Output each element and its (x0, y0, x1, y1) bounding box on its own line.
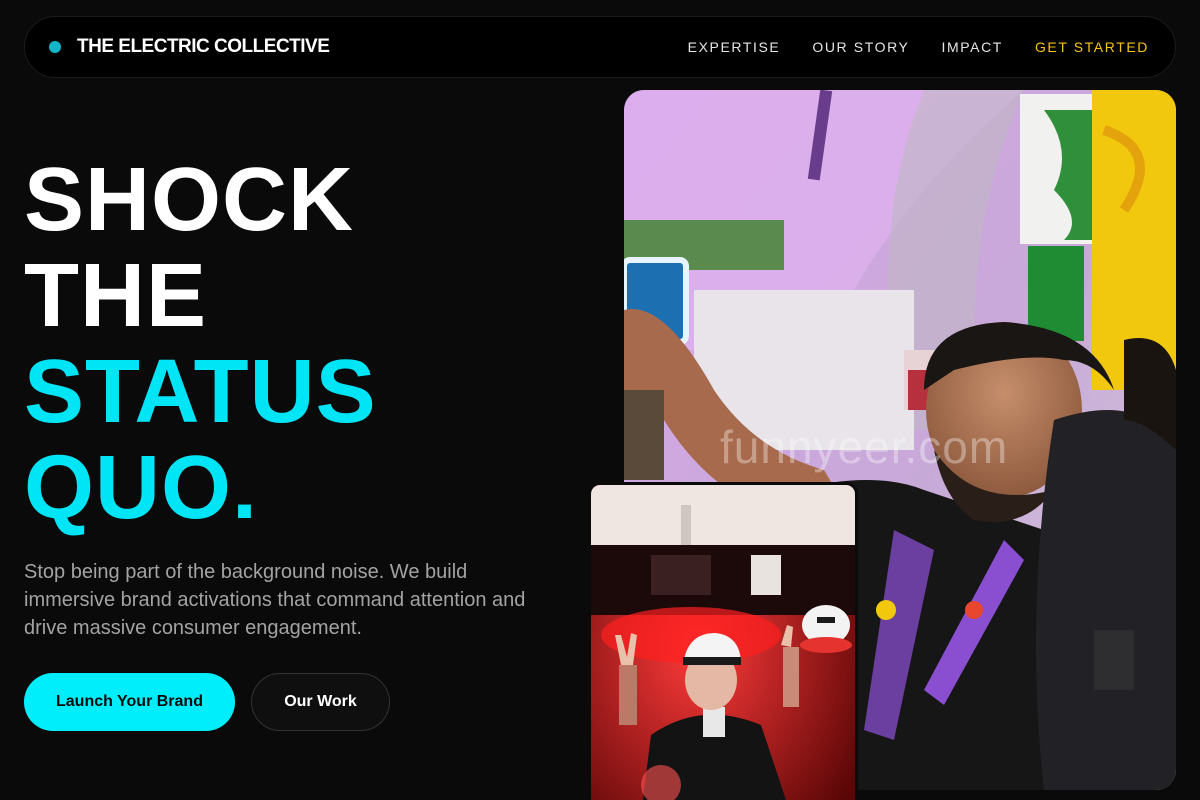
nav-link-impact[interactable]: IMPACT (941, 39, 1002, 55)
nav-link-our-story[interactable]: OUR STORY (812, 39, 909, 55)
photo-watermark: funnyeer.com (720, 421, 1009, 473)
brand-name: THE ELECTRIC COLLECTIVE (77, 36, 330, 57)
headline-line-3: STATUS (24, 342, 377, 442)
our-work-button[interactable]: Our Work (251, 673, 390, 731)
brand-dot-icon (49, 41, 61, 53)
headline-line-2: THE (24, 246, 207, 346)
nav-links: EXPERTISE OUR STORY IMPACT GET STARTED (688, 39, 1149, 55)
page: THE ELECTRIC COLLECTIVE EXPERTISE OUR ST… (0, 0, 1200, 800)
headline-line-1: SHOCK (24, 150, 355, 250)
nav-link-expertise[interactable]: EXPERTISE (688, 39, 781, 55)
headline-line-4: QUO. (24, 438, 259, 538)
event-photo-inset (588, 482, 858, 800)
nav-get-started-link[interactable]: GET STARTED (1035, 39, 1149, 55)
top-nav: THE ELECTRIC COLLECTIVE EXPERTISE OUR ST… (24, 16, 1176, 78)
brand[interactable]: THE ELECTRIC COLLECTIVE (49, 36, 330, 58)
event-photo-inset-art (591, 485, 855, 800)
hero-subtext: Stop being part of the background noise.… (24, 561, 526, 639)
launch-brand-button[interactable]: Launch Your Brand (24, 673, 235, 731)
hero-headline: SHOCK THE STATUS QUO. (24, 152, 377, 536)
